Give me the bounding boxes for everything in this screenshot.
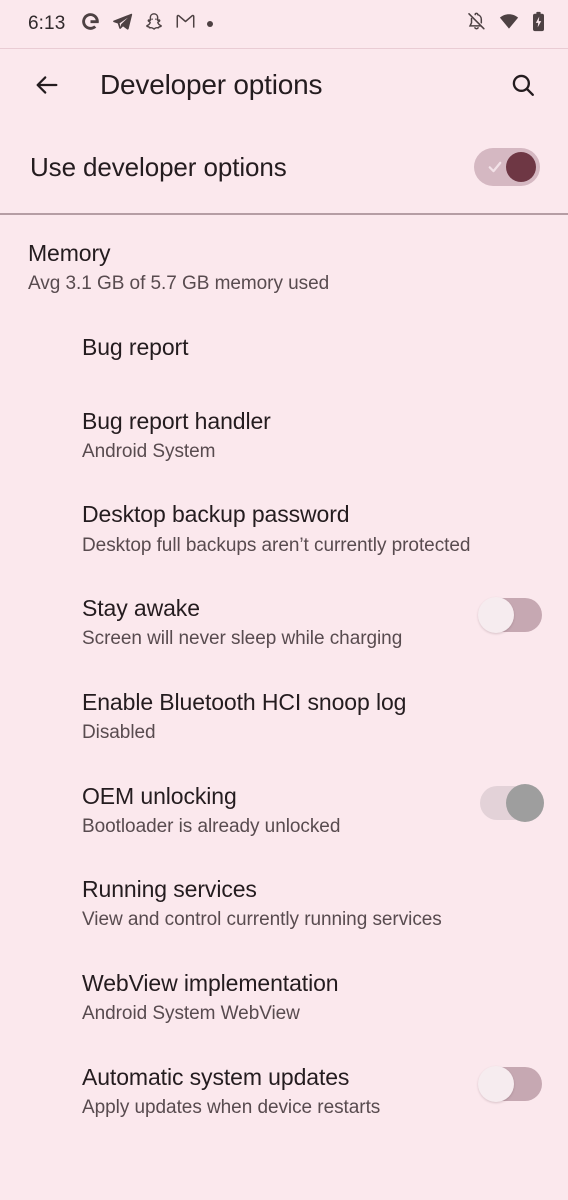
list-item-subtitle: Apply updates when device restarts xyxy=(82,1096,381,1118)
app-bar: Developer options xyxy=(0,49,568,121)
list-item-stay-awake[interactable]: Stay awake Screen will never sleep while… xyxy=(0,576,568,670)
list-item-title: Running services xyxy=(82,876,257,903)
list-item-webview-implementation[interactable]: WebView implementation Android System We… xyxy=(0,951,568,1045)
arrow-left-icon xyxy=(36,76,58,94)
status-bar-clock: 6:13 xyxy=(28,13,66,34)
switch-thumb xyxy=(478,597,514,634)
list-item-subtitle: Android System xyxy=(82,440,216,462)
list-item-desktop-backup-password-text: Desktop backup password Desktop full bac… xyxy=(28,500,542,558)
list-item-running-services[interactable]: Running services View and control curren… xyxy=(0,857,568,951)
battery-charging-icon xyxy=(531,11,546,38)
list-item-automatic-system-updates[interactable]: Automatic system updates Apply updates w… xyxy=(0,1045,568,1139)
list-item-oem-unlocking-control xyxy=(470,782,544,822)
search-icon xyxy=(512,74,534,96)
list-item-stay-awake-control xyxy=(470,594,542,634)
list-item-bug-report-text: Bug report xyxy=(28,333,542,361)
list-item-title: Automatic system updates xyxy=(82,1063,350,1090)
list-item-stay-awake-text: Stay awake Screen will never sleep while… xyxy=(28,594,470,652)
list-item-automatic-system-updates-text: Automatic system updates Apply updates w… xyxy=(28,1063,470,1121)
list-item-bug-report-handler-text: Bug report handler Android System xyxy=(28,407,542,465)
list-item-bug-report-handler[interactable]: Bug report handler Android System xyxy=(0,389,568,483)
page-title: Developer options xyxy=(100,69,323,100)
use-developer-options-label: Use developer options xyxy=(30,151,287,182)
use-developer-options-row[interactable]: Use developer options xyxy=(0,121,568,213)
list-item-memory-text: Memory Avg 3.1 GB of 5.7 GB memory used xyxy=(28,239,542,297)
developer-options-screen: 6:13 Developer options Use developer opt… xyxy=(0,0,568,1200)
list-item-title: OEM unlocking xyxy=(82,782,237,809)
list-item-subtitle: Android System WebView xyxy=(82,1003,300,1025)
list-item-automatic-system-updates-control xyxy=(470,1063,542,1102)
switch-thumb xyxy=(478,1065,514,1102)
use-developer-options-switch-wrap xyxy=(474,148,540,186)
list-item-subtitle: Disabled xyxy=(82,721,156,743)
use-developer-options-switch[interactable] xyxy=(474,148,540,186)
list-item-title: Bug report xyxy=(82,333,189,360)
notifications-muted-icon xyxy=(466,11,487,37)
status-bar-left: 6:13 xyxy=(28,11,214,37)
notification-dot-icon xyxy=(207,21,214,27)
list-item-title: Bug report handler xyxy=(82,407,271,434)
list-item-title: Desktop backup password xyxy=(82,501,350,528)
wifi-icon xyxy=(498,11,520,37)
status-bar-right xyxy=(466,11,546,38)
list-item-subtitle: Screen will never sleep while charging xyxy=(82,628,403,650)
list-item-subtitle: Bootloader is already unlocked xyxy=(82,815,341,837)
list-item-webview-implementation-text: WebView implementation Android System We… xyxy=(28,969,542,1027)
check-icon xyxy=(488,161,502,173)
list-item-running-services-text: Running services View and control curren… xyxy=(28,875,542,933)
list-item-subtitle: Desktop full backups aren’t currently pr… xyxy=(82,534,471,556)
snapchat-icon xyxy=(144,11,164,37)
list-item-title: WebView implementation xyxy=(82,970,339,997)
list-item-bug-report[interactable]: Bug report xyxy=(0,315,568,389)
list-item-title: Stay awake xyxy=(82,595,200,622)
switch-thumb xyxy=(506,783,544,822)
oem-unlocking-switch[interactable] xyxy=(480,783,544,822)
search-button[interactable] xyxy=(500,62,546,108)
google-icon xyxy=(80,11,101,37)
list-item-subtitle: View and control currently running servi… xyxy=(82,909,442,931)
list-item-bluetooth-hci-snoop-log[interactable]: Enable Bluetooth HCI snoop log Disabled xyxy=(0,670,568,764)
status-bar: 6:13 xyxy=(0,0,568,48)
list-item-memory[interactable]: Memory Avg 3.1 GB of 5.7 GB memory used xyxy=(0,221,568,315)
list-item-title: Enable Bluetooth HCI snoop log xyxy=(82,688,407,715)
automatic-system-updates-switch[interactable] xyxy=(478,1065,542,1102)
list-item-desktop-backup-password[interactable]: Desktop backup password Desktop full bac… xyxy=(0,482,568,576)
telegram-icon xyxy=(112,11,133,37)
gmail-icon xyxy=(175,11,196,37)
list-item-subtitle: Avg 3.1 GB of 5.7 GB memory used xyxy=(28,273,330,295)
section-divider xyxy=(0,213,568,215)
list-item-oem-unlocking[interactable]: OEM unlocking Bootloader is already unlo… xyxy=(0,764,568,858)
list-item-title: Memory xyxy=(28,240,111,266)
back-button[interactable] xyxy=(24,62,70,108)
settings-list: Memory Avg 3.1 GB of 5.7 GB memory used … xyxy=(0,215,568,1139)
list-item-bluetooth-hci-snoop-log-text: Enable Bluetooth HCI snoop log Disabled xyxy=(28,688,542,746)
switch-thumb xyxy=(506,152,536,182)
stay-awake-switch[interactable] xyxy=(478,597,542,634)
list-item-oem-unlocking-text: OEM unlocking Bootloader is already unlo… xyxy=(28,782,470,840)
